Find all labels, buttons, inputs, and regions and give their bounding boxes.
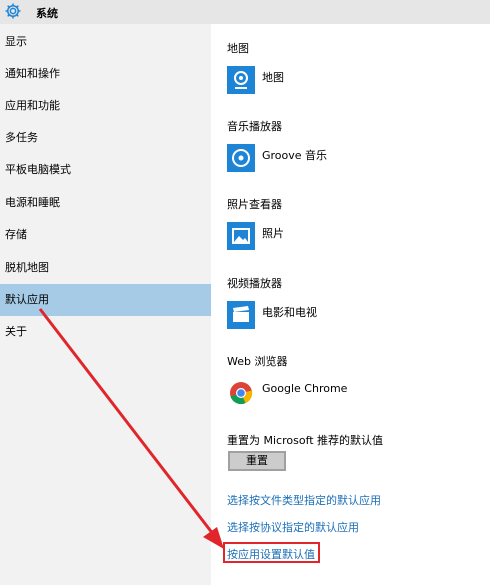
- sidebar-item-storage[interactable]: 存储: [0, 219, 211, 251]
- browser-app-name: Google Chrome: [262, 382, 348, 395]
- sidebar-item-multitasking[interactable]: 多任务: [0, 122, 211, 154]
- maps-app-name: 地图: [262, 71, 284, 84]
- sidebar-item-apps-features[interactable]: 应用和功能: [0, 90, 211, 122]
- music-app-selector[interactable]: Groove 音乐: [227, 144, 367, 172]
- reset-button[interactable]: 重置: [228, 451, 286, 471]
- music-app-name: Groove 音乐: [262, 149, 328, 162]
- sidebar-item-tablet-mode[interactable]: 平板电脑模式: [0, 154, 211, 186]
- photos-app-selector[interactable]: 照片: [227, 222, 347, 250]
- sidebar-item-power-sleep[interactable]: 电源和睡眠: [0, 187, 211, 219]
- browser-app-selector[interactable]: Google Chrome: [227, 379, 377, 407]
- sidebar-item-default-apps[interactable]: 默认应用: [0, 284, 211, 316]
- chrome-icon: [227, 379, 255, 407]
- set-defaults-by-app-link[interactable]: 按应用设置默认值: [227, 546, 315, 562]
- photos-icon: [227, 222, 255, 250]
- sidebar-item-about[interactable]: 关于: [0, 316, 211, 348]
- maps-app-selector[interactable]: 地图: [227, 66, 347, 94]
- window-title: 系统: [36, 7, 58, 20]
- groove-music-icon: [227, 144, 255, 172]
- gear-icon: [5, 3, 21, 19]
- sidebar-item-offline-maps[interactable]: 脱机地图: [0, 252, 211, 284]
- maps-icon: [227, 66, 255, 94]
- movies-tv-icon: [227, 301, 255, 329]
- title-bar: 系统: [0, 0, 490, 24]
- sidebar-item-display[interactable]: 显示: [0, 26, 211, 58]
- reset-label: 重置为 Microsoft 推荐的默认值: [227, 434, 384, 447]
- choose-by-file-type-link[interactable]: 选择按文件类型指定的默认应用: [227, 492, 381, 508]
- video-app-name: 电影和电视: [262, 306, 317, 319]
- music-category-label: 音乐播放器: [227, 120, 282, 133]
- photos-category-label: 照片查看器: [227, 198, 282, 211]
- maps-category-label: 地图: [227, 42, 249, 55]
- choose-by-protocol-link[interactable]: 选择按协议指定的默认应用: [227, 519, 359, 535]
- video-app-selector[interactable]: 电影和电视: [227, 301, 367, 329]
- browser-category-label: Web 浏览器: [227, 355, 288, 368]
- photos-app-name: 照片: [262, 227, 284, 240]
- video-category-label: 视频播放器: [227, 277, 282, 290]
- sidebar: 显示 通知和操作 应用和功能 多任务 平板电脑模式 电源和睡眠 存储 脱机地图 …: [0, 24, 211, 585]
- default-apps-panel: 地图 地图 音乐播放器 Groove 音乐 照片查看器 照片 视频播放器 电影和…: [211, 24, 490, 585]
- sidebar-item-notifications[interactable]: 通知和操作: [0, 58, 211, 90]
